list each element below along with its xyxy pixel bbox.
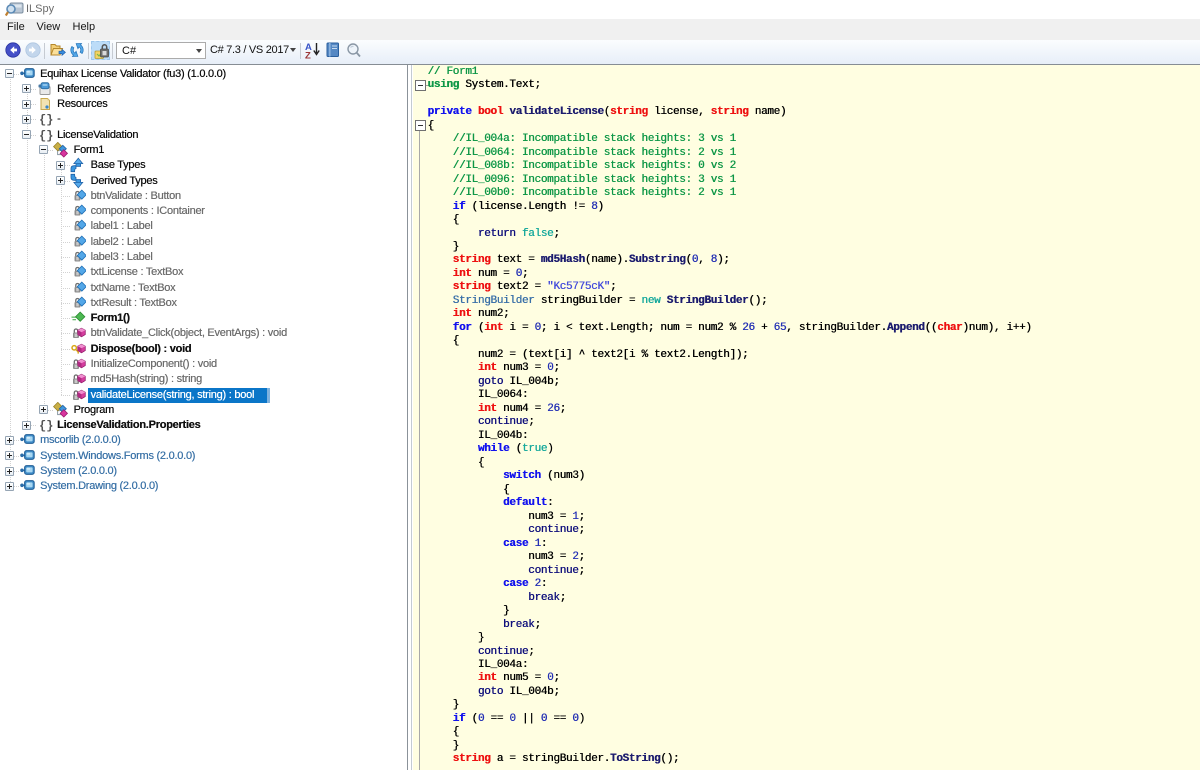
svg-text:{}: {} <box>39 113 53 127</box>
svg-text:{}: {} <box>39 129 53 143</box>
svg-text:{}: {} <box>39 419 53 433</box>
svg-text:Z: Z <box>305 51 311 60</box>
